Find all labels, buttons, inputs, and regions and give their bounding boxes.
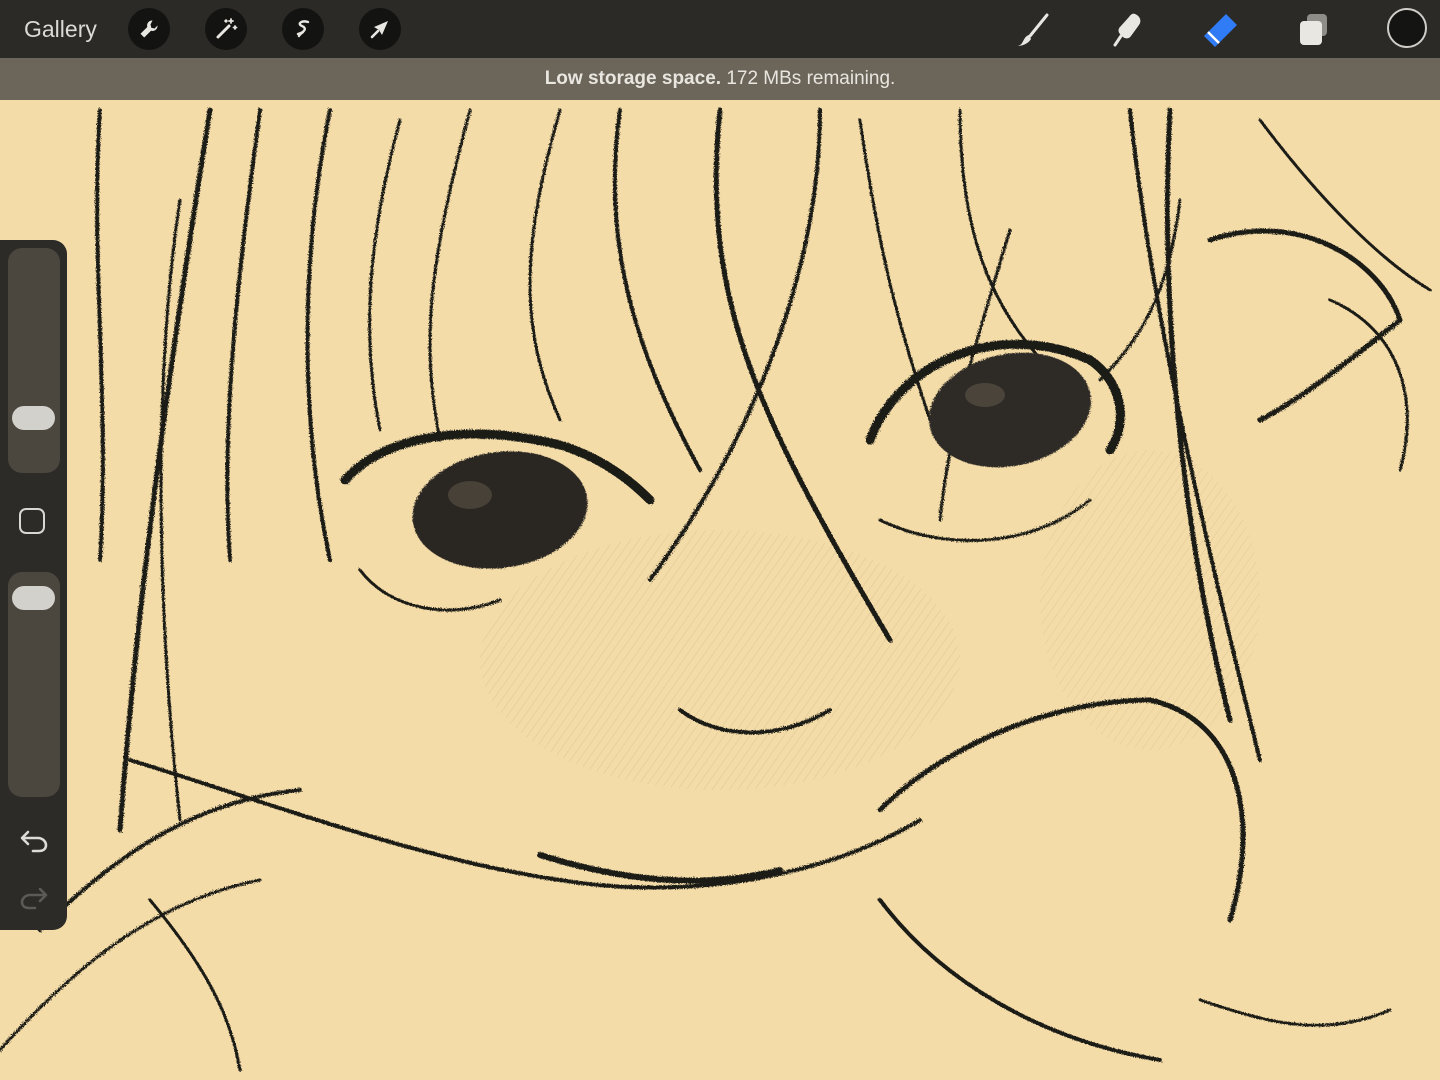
- storage-warning-title: Low storage space.: [544, 68, 722, 89]
- redo-icon: [20, 887, 48, 910]
- brush-button[interactable]: [1013, 10, 1053, 50]
- storage-warning-detail: 172 MBs remaining.: [726, 68, 896, 89]
- magic-wand-icon: [216, 18, 238, 39]
- color-picker-button[interactable]: [1387, 8, 1427, 48]
- opacity-slider[interactable]: [8, 572, 60, 797]
- layers-button[interactable]: [1294, 10, 1334, 50]
- layers-icon: [1300, 14, 1327, 45]
- undo-icon: [20, 830, 48, 853]
- top-toolbar: Gallery: [0, 0, 1440, 58]
- brush-size-slider[interactable]: [8, 248, 60, 473]
- redo-button[interactable]: [14, 880, 54, 916]
- selection-button[interactable]: [282, 8, 324, 50]
- eraser-icon: [1204, 14, 1237, 47]
- actions-button[interactable]: [128, 8, 170, 50]
- wrench-icon: [140, 20, 158, 38]
- opacity-thumb[interactable]: [12, 585, 55, 610]
- smudge-icon: [1113, 13, 1141, 47]
- selection-icon: [296, 20, 310, 38]
- undo-button[interactable]: [14, 823, 54, 859]
- drawing-canvas[interactable]: [0, 100, 1440, 1080]
- eraser-button[interactable]: [1200, 10, 1240, 50]
- left-sidebar: [0, 240, 67, 930]
- sketch-artwork: [0, 107, 1432, 1072]
- move-arrow-icon: [370, 21, 388, 39]
- smudge-button[interactable]: [1107, 10, 1147, 50]
- storage-warning-banner: Low storage space. 172 MBs remaining.: [0, 58, 1440, 100]
- brush-size-thumb[interactable]: [12, 406, 55, 431]
- transform-button[interactable]: [359, 8, 401, 50]
- gallery-button[interactable]: Gallery: [24, 16, 97, 43]
- modify-button[interactable]: [19, 508, 45, 534]
- adjustments-button[interactable]: [205, 8, 247, 50]
- brush-icon: [1017, 13, 1049, 46]
